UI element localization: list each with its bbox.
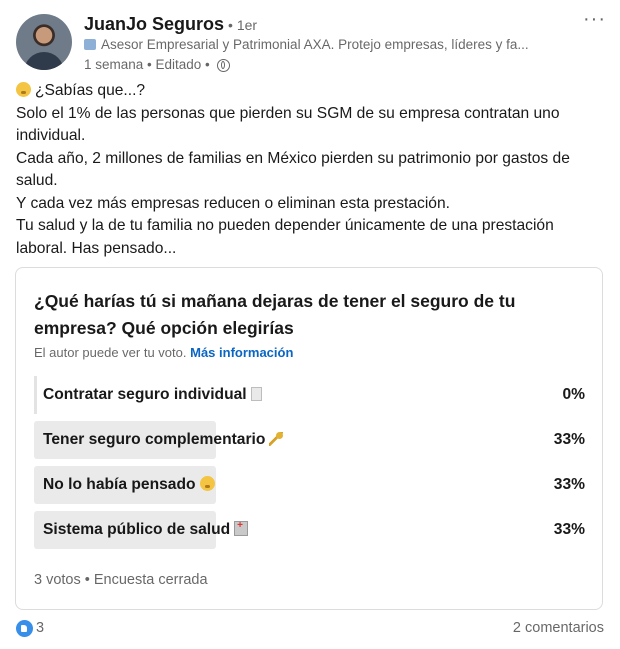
post-line: Solo el 1% de las personas que pierden s… [16,104,560,122]
author-headline: Asesor Empresarial y Patrimonial AXA. Pr… [84,37,562,52]
author-name[interactable]: JuanJo Seguros • 1er [84,14,257,35]
poll-option-label: No lo había pensado [43,476,215,494]
thinking-face-icon [16,82,31,97]
poll-option: Sistema público de salud 33% [34,511,585,549]
comments-count-link[interactable]: 2 comentarios [513,620,604,636]
poll-option-label: Contratar seguro individual [43,386,262,404]
post-line: salud. [16,172,58,189]
poll-option: Tener seguro complementario 33% [34,421,585,459]
connection-degree: • 1er [228,17,258,33]
poll-option-percent: 33% [553,476,585,493]
social-counts: 3 2 comentarios [16,619,604,639]
post-header: JuanJo Seguros • 1er Asesor Empresarial y… [16,9,606,72]
poll-option-accent [34,376,37,414]
poll-note: El autor puede ver tu voto. Más informac… [34,345,293,360]
document-icon [250,387,262,401]
poll-option-percent: 33% [553,521,585,538]
author-name-text[interactable]: JuanJo Seguros [84,14,224,34]
globe-icon [216,59,230,72]
thinking-face-icon [199,476,215,491]
like-reaction-icon[interactable] [16,620,33,637]
more-info-link[interactable]: Más información [190,345,293,360]
post-line: Y cada vez más empresas reducen o elimin… [16,194,450,212]
poll-note-text: El autor puede ver tu voto. [34,345,187,360]
post-line: individual. [16,127,86,144]
avatar[interactable] [16,14,72,70]
hospital-icon [234,520,249,536]
reaction-count[interactable]: 3 [36,620,44,636]
poll-option-label: Sistema público de salud [43,520,249,539]
key-icon [269,432,284,446]
poll-option: No lo había pensado 33% [34,466,585,504]
poll-footer: 3 votos • Encuesta cerrada [34,572,208,588]
poll-question: ¿Qué harías tú si mañana dejaras de tene… [34,291,516,338]
poll-option-percent: 0% [562,386,585,403]
post-line: Cada año, 2 millones de familias en Méxi… [16,149,570,167]
author-headline-text: Asesor Empresarial y Patrimonial AXA. Pr… [101,37,529,52]
post-text: ¿Sabías que...? Solo el 1% de las person… [16,80,606,260]
bank-icon [84,39,96,50]
more-options-button[interactable]: ··· [583,9,606,29]
post-meta: 1 semana • Editado • [84,57,230,72]
poll-option: Contratar seguro individual 0% [34,376,585,414]
poll-option-percent: 33% [553,431,585,448]
poll-option-label: Tener seguro complementario [43,431,284,449]
post-line: Tu salud y la de tu familia no pueden de… [16,217,554,234]
post-line: ¿Sabías que...? [16,80,606,103]
poll-card: ¿Qué harías tú si mañana dejaras de tene… [15,267,603,610]
post-line: laboral. Has pensado... [16,239,177,257]
post-meta-text: 1 semana • Editado • [84,57,210,72]
